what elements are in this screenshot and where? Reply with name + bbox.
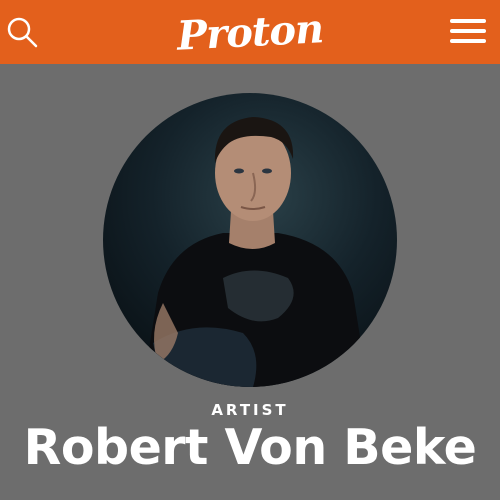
proton-logo[interactable]: Proton bbox=[169, 0, 332, 64]
menu-line bbox=[450, 39, 486, 43]
profile-role-label: ARTIST bbox=[211, 401, 289, 419]
menu-line bbox=[450, 29, 486, 33]
top-nav-bar: Proton bbox=[0, 0, 500, 64]
menu-line bbox=[450, 19, 486, 23]
search-icon bbox=[7, 17, 38, 48]
artist-name-heading: Robert Von Beke bbox=[23, 419, 477, 476]
hamburger-menu-icon[interactable] bbox=[450, 15, 486, 47]
artist-photo bbox=[103, 93, 397, 387]
artist-portrait-illustration bbox=[143, 117, 368, 387]
search-button[interactable] bbox=[4, 14, 40, 50]
